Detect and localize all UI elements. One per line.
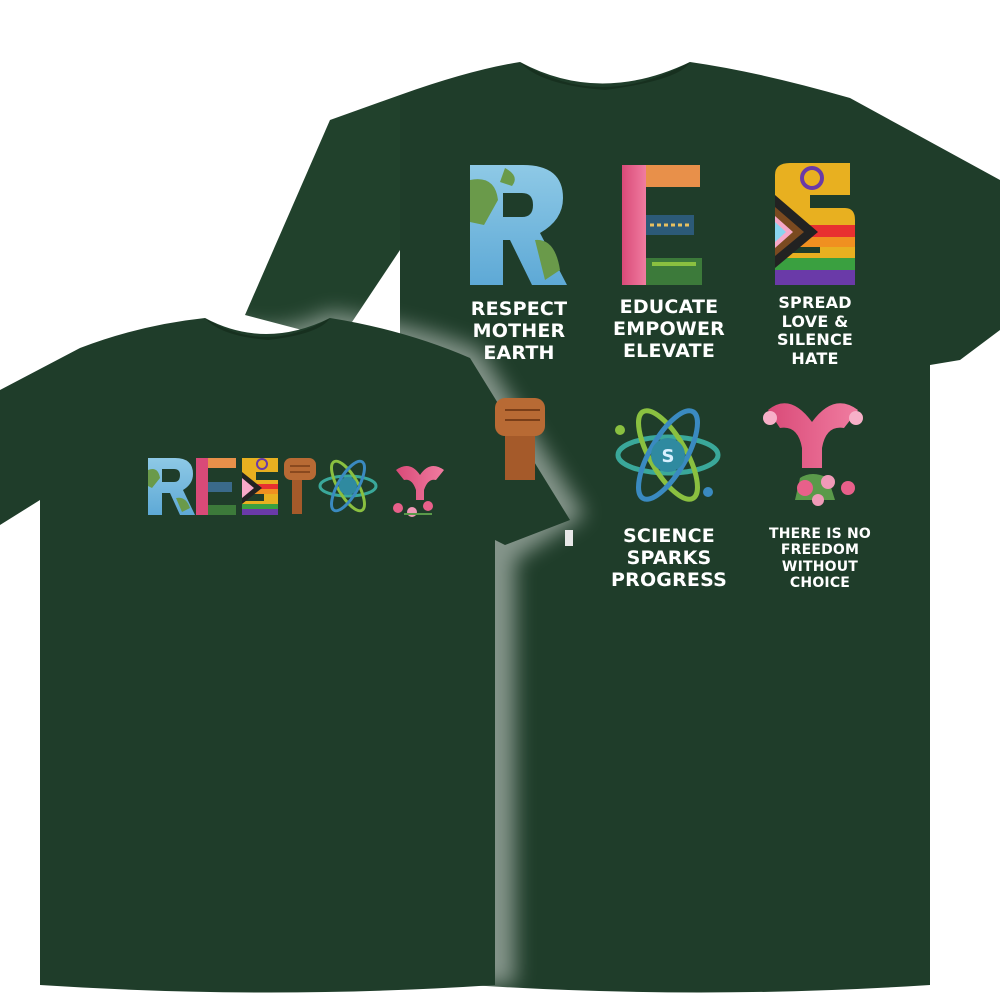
caption-line: SCIENCE	[623, 525, 715, 547]
caption-line: SPARKS	[626, 547, 712, 570]
caption-line: RESPECT	[470, 298, 568, 320]
caption-line: WITHOUT	[781, 558, 859, 575]
caption-line: LOVE &	[781, 311, 849, 331]
front-shirt	[0, 318, 570, 993]
caption-freedom-choice: THERE IS NO FREEDOM WITHOUT CHOICE	[755, 526, 885, 592]
caption-line: SPREAD	[778, 293, 852, 312]
caption-line: MOTHER	[472, 320, 566, 343]
caption-spread-love: SPREAD LOVE & SILENCE HATE	[760, 293, 870, 369]
front-shirt-body	[0, 318, 570, 993]
svg-text:S: S	[662, 446, 675, 467]
back-left-sleeve	[245, 95, 400, 340]
caption-line: CHOICE	[789, 575, 851, 592]
caption-science-sparks-progress: SCIENCE SPARKS PROGRESS	[608, 525, 730, 592]
front-pride-flag-letter-s	[242, 458, 278, 515]
caption-line: SILENCE	[776, 330, 854, 350]
caption-respect-mother-earth: RESPECT MOTHER EARTH	[458, 298, 580, 365]
caption-line: EMPOWER	[613, 318, 725, 341]
caption-line: EARTH	[483, 342, 555, 365]
front-sleeve-print	[565, 530, 573, 546]
back-pride-flag-letter-s	[775, 163, 855, 285]
caption-line: FREEDOM	[780, 542, 860, 559]
caption-line: THERE IS NO	[768, 526, 872, 542]
caption-line: HATE	[791, 349, 839, 369]
caption-educate-empower-elevate: EDUCATE EMPOWER ELEVATE	[608, 296, 730, 363]
caption-line: EDUCATE	[619, 296, 719, 318]
caption-line: ELEVATE	[622, 340, 716, 363]
front-books-letter-e	[196, 458, 236, 515]
product-photo: S	[0, 62, 1000, 993]
back-books-letter-e	[622, 165, 702, 285]
caption-line: PROGRESS	[610, 569, 728, 592]
